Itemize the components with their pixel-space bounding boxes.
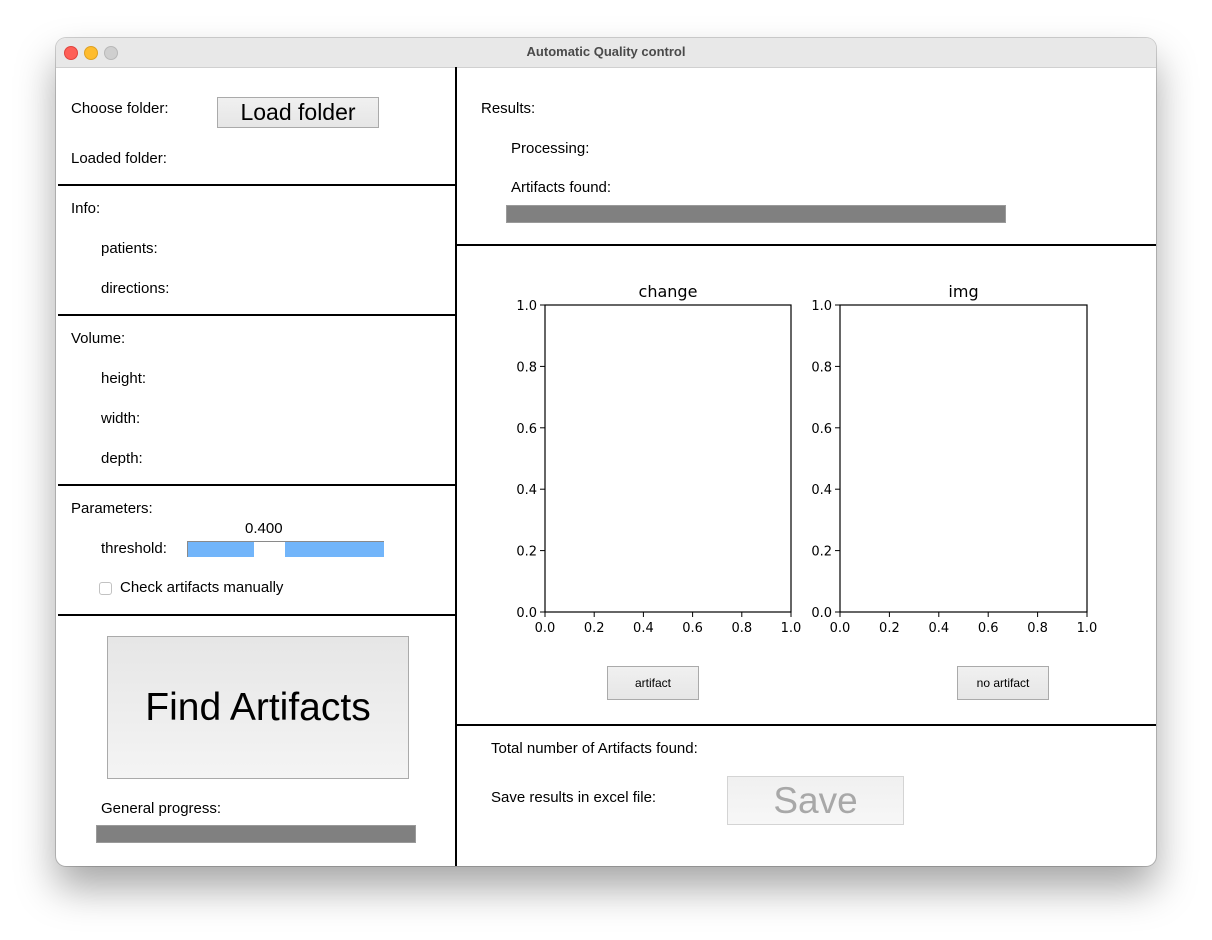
app-window: Automatic Quality control Choose folder:…: [56, 38, 1156, 866]
threshold-slider[interactable]: [187, 541, 384, 557]
x-tick-label: 0.0: [830, 621, 851, 636]
y-tick-label: 0.8: [811, 360, 832, 375]
divider-folder-info: [58, 184, 455, 186]
y-tick-label: 0.4: [516, 483, 537, 498]
chart-title-img: img: [948, 282, 978, 301]
no-artifact-button[interactable]: no artifact: [957, 666, 1049, 700]
divider-info-volume: [58, 314, 455, 316]
plot-frame-change: [544, 304, 792, 613]
y-tick-label: 0.0: [811, 606, 832, 621]
main-content: Choose folder: Load folder Loaded folder…: [56, 67, 1156, 866]
chart-title-change: change: [639, 282, 698, 301]
x-tick-label: 0.8: [731, 621, 752, 636]
info-header: Info:: [71, 200, 101, 217]
x-tick-label: 0.2: [584, 621, 605, 636]
x-tick-label: 0.4: [633, 621, 654, 636]
artifacts-progress-bar: [506, 205, 1006, 223]
results-header: Results:: [481, 100, 536, 117]
choose-folder-label: Choose folder:: [71, 100, 169, 117]
depth-label: depth:: [101, 450, 143, 467]
height-label: height:: [101, 370, 147, 387]
window-title: Automatic Quality control: [526, 44, 686, 59]
divider-volume-parameters: [58, 484, 455, 486]
y-tick-label: 0.0: [516, 606, 537, 621]
find-artifacts-button[interactable]: Find Artifacts: [107, 636, 409, 779]
y-tick-label: 1.0: [811, 299, 832, 314]
y-tick-label: 0.6: [516, 422, 537, 437]
manual-check-label[interactable]: Check artifacts manually: [120, 579, 283, 596]
volume-header: Volume:: [71, 330, 126, 347]
x-tick-label: 1.0: [1077, 621, 1098, 636]
general-progress-label: General progress:: [101, 800, 222, 817]
x-tick-label: 0.2: [879, 621, 900, 636]
save-results-label: Save results in excel file:: [491, 789, 657, 806]
y-tick-label: 0.8: [516, 360, 537, 375]
processing-label: Processing:: [511, 140, 590, 157]
total-artifacts-label: Total number of Artifacts found:: [491, 740, 698, 757]
threshold-value: 0.400: [245, 520, 283, 537]
patients-label: patients:: [101, 240, 158, 257]
artifact-button[interactable]: artifact: [607, 666, 699, 700]
y-tick-label: 0.6: [811, 422, 832, 437]
y-tick-label: 0.2: [516, 545, 537, 560]
x-tick-label: 1.0: [781, 621, 802, 636]
threshold-label: threshold:: [101, 540, 167, 557]
y-tick-label: 0.2: [811, 545, 832, 560]
x-tick-label: 0.6: [682, 621, 703, 636]
x-tick-label: 0.4: [928, 621, 949, 636]
loaded-folder-label: Loaded folder:: [71, 150, 167, 167]
plot-frame-img: [839, 304, 1088, 613]
charts-area: change 0.0 0.2 0.4 0.6 0.8 1.0 0.0 0.2 0.4 0.6 0.8 1…: [516, 282, 1098, 636]
title-bar: Automatic Quality control: [56, 38, 1156, 68]
x-tick-label: 0.0: [535, 621, 556, 636]
x-tick-label: 0.6: [978, 621, 999, 636]
manual-check-checkbox[interactable]: [99, 582, 112, 595]
threshold-slider-handle[interactable]: [253, 542, 285, 557]
save-button[interactable]: Save: [727, 776, 904, 825]
width-label: width:: [101, 410, 141, 427]
directions-label: directions:: [101, 280, 170, 297]
y-tick-label: 1.0: [516, 299, 537, 314]
divider-parameters-actions: [58, 614, 455, 616]
divider-charts-summary: [457, 724, 1156, 726]
general-progress-bar: [96, 825, 416, 843]
load-folder-button[interactable]: Load folder: [217, 97, 379, 128]
y-tick-label: 0.4: [811, 483, 832, 498]
parameters-header: Parameters:: [71, 500, 153, 517]
x-tick-label: 0.8: [1027, 621, 1048, 636]
artifacts-found-label: Artifacts found:: [511, 179, 612, 196]
